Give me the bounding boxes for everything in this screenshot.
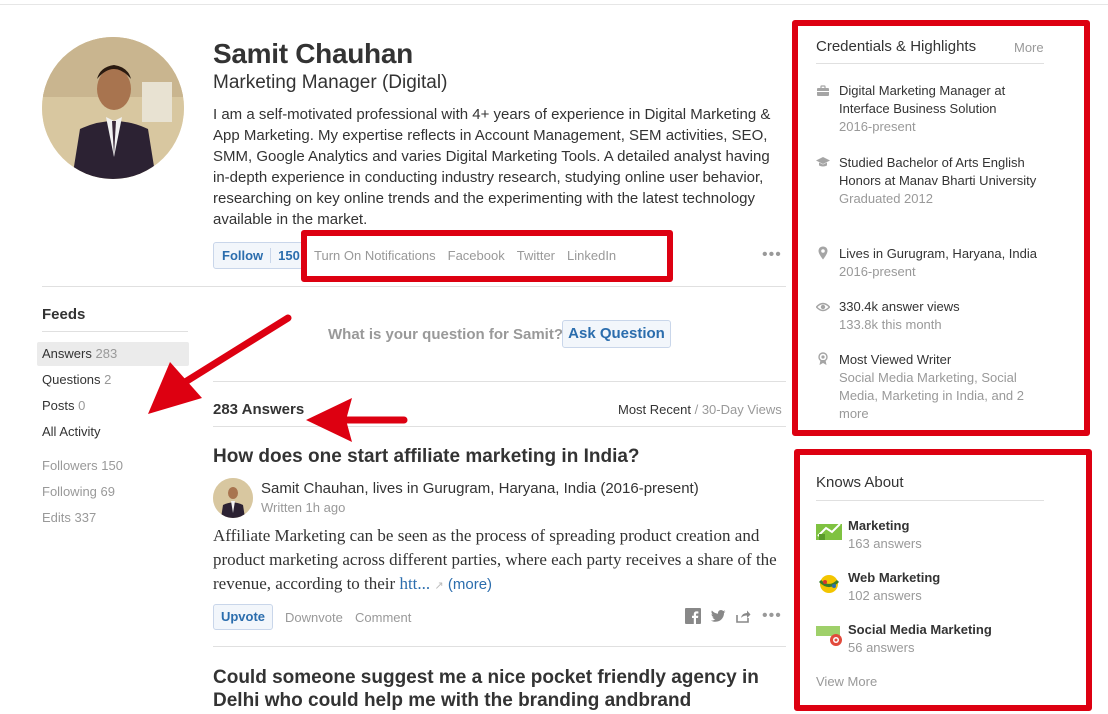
downvote-button[interactable]: Downvote bbox=[285, 610, 343, 625]
facebook-share-icon[interactable] bbox=[685, 608, 701, 624]
feed-item-label: Posts bbox=[42, 398, 75, 413]
feeds-divider bbox=[42, 331, 188, 332]
credentials-highlight-box bbox=[792, 20, 1090, 436]
feed-item-count: 283 bbox=[95, 346, 118, 361]
sort-separator: / bbox=[690, 402, 702, 417]
question-title[interactable]: Could someone suggest me a nice pocket f… bbox=[213, 666, 793, 714]
profile-role: Marketing Manager (Digital) bbox=[213, 72, 448, 93]
comment-button[interactable]: Comment bbox=[355, 610, 411, 625]
feed-item-count: 0 bbox=[78, 398, 86, 413]
feed-item-label: Questions bbox=[42, 372, 101, 387]
feed-item-label: Answers bbox=[42, 346, 92, 361]
feed-item-answers[interactable]: Answers 283 bbox=[37, 342, 189, 366]
feeds-title: Feeds bbox=[42, 306, 86, 323]
profile-avatar[interactable] bbox=[42, 37, 184, 179]
question-title[interactable]: How does one start affiliate marketing i… bbox=[213, 446, 640, 468]
answers-divider bbox=[213, 426, 786, 427]
feed-item-questions[interactable]: Questions 2 bbox=[37, 368, 189, 392]
stat-label: Followers bbox=[42, 458, 98, 473]
profile-more-options-icon[interactable]: ••• bbox=[762, 246, 782, 264]
stat-followers[interactable]: Followers 150 bbox=[37, 454, 189, 478]
answer-divider bbox=[213, 646, 786, 647]
external-link-icon: ↗ bbox=[434, 579, 444, 592]
answers-arrow-icon bbox=[306, 398, 408, 442]
share-icons bbox=[685, 608, 751, 624]
knows-about-highlight-box bbox=[794, 449, 1092, 711]
stat-label: Edits bbox=[42, 510, 71, 525]
upvote-button[interactable]: Upvote bbox=[213, 604, 273, 630]
feed-item-count: 2 bbox=[104, 372, 112, 387]
top-divider bbox=[0, 4, 1108, 5]
follow-label: Follow bbox=[214, 248, 272, 263]
follow-button[interactable]: Follow 150 bbox=[213, 242, 303, 269]
stat-edits[interactable]: Edits 337 bbox=[37, 506, 189, 530]
profile-divider bbox=[42, 286, 786, 287]
social-links-highlight-box bbox=[301, 230, 673, 282]
ask-question-button[interactable]: Ask Question bbox=[562, 320, 671, 348]
author-avatar[interactable] bbox=[213, 478, 253, 518]
answers-count: 283 Answers bbox=[213, 401, 305, 418]
answer-body: Affiliate Marketing can be seen as the p… bbox=[213, 524, 783, 598]
answer-text: Affiliate Marketing can be seen as the p… bbox=[213, 526, 777, 593]
feed-item-posts[interactable]: Posts 0 bbox=[37, 394, 189, 418]
stat-following[interactable]: Following 69 bbox=[37, 480, 189, 504]
author-credential[interactable]: Samit Chauhan, lives in Gurugram, Haryan… bbox=[261, 480, 699, 497]
answers-sort: Most Recent / 30-Day Views bbox=[618, 402, 782, 417]
answer-more-options-icon[interactable]: ••• bbox=[762, 607, 782, 625]
more-link[interactable]: (more) bbox=[448, 576, 492, 593]
profile-bio: I am a self-motivated professional with … bbox=[213, 106, 771, 228]
profile-name: Samit Chauhan bbox=[213, 38, 413, 69]
twitter-share-icon[interactable] bbox=[710, 608, 726, 624]
stat-count: 69 bbox=[100, 484, 116, 499]
share-icon[interactable] bbox=[735, 608, 751, 624]
stat-label: Following bbox=[42, 484, 97, 499]
sort-30-day-views[interactable]: 30-Day Views bbox=[702, 402, 782, 417]
feed-item-all-activity[interactable]: All Activity bbox=[37, 420, 189, 444]
answer-link[interactable]: htt... bbox=[399, 574, 430, 593]
answer-timestamp[interactable]: Written 1h ago bbox=[261, 500, 345, 515]
stat-count: 150 bbox=[101, 458, 123, 473]
sort-most-recent[interactable]: Most Recent bbox=[618, 402, 691, 417]
follow-count: 150 bbox=[278, 248, 300, 263]
ask-divider bbox=[213, 381, 786, 382]
feed-item-label: All Activity bbox=[42, 424, 101, 439]
stat-count: 337 bbox=[74, 510, 97, 525]
ask-prompt: What is your question for Samit? bbox=[328, 326, 564, 343]
